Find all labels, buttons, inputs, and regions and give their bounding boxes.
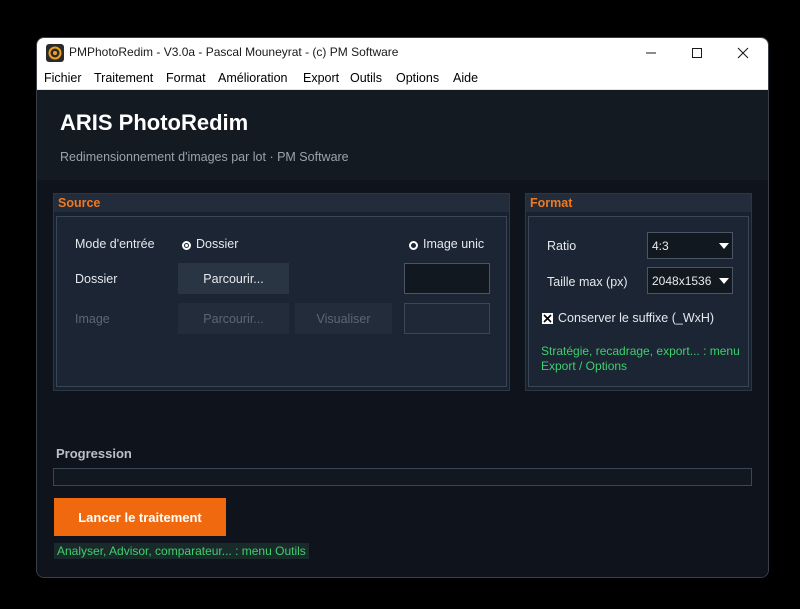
- dossier-path-field[interactable]: [404, 263, 490, 294]
- dossier-browse-button[interactable]: Parcourir...: [178, 263, 289, 294]
- menu-options[interactable]: Options: [396, 71, 439, 85]
- source-panel: Source Mode d'entrée Dossier Image unic …: [53, 193, 510, 391]
- minimize-icon: [646, 52, 656, 54]
- menu-fichier[interactable]: Fichier: [44, 71, 82, 85]
- app-header: ARIS PhotoRedim Redimensionnement d'imag…: [37, 90, 768, 180]
- close-icon: [737, 47, 749, 59]
- ratio-value: 4:3: [652, 239, 669, 253]
- format-inner: Ratio 4:3 Taille max (px) 2048x1536 Cons…: [528, 216, 749, 387]
- tools-note: Analyser, Advisor, comparateur... : menu…: [54, 543, 309, 559]
- menu-outils[interactable]: Outils: [350, 71, 382, 85]
- run-processing-button[interactable]: Lancer le traitement: [54, 498, 226, 536]
- taille-label: Taille max (px): [547, 275, 628, 289]
- close-button[interactable]: [720, 38, 766, 68]
- radio-image-label[interactable]: Image unic: [423, 237, 484, 251]
- taille-select[interactable]: 2048x1536: [647, 267, 733, 294]
- ratio-label: Ratio: [547, 239, 577, 253]
- taille-value: 2048x1536: [652, 274, 712, 288]
- source-inner: Mode d'entrée Dossier Image unic Dossier…: [56, 216, 507, 387]
- radio-image-unique[interactable]: [409, 241, 418, 250]
- menu-bar: Fichier Traitement Format Amélioration E…: [37, 68, 768, 90]
- app-camera-icon: [46, 44, 64, 62]
- menu-export[interactable]: Export: [303, 71, 339, 85]
- app-window: PMPhotoRedim - V3.0a - Pascal Mouneyrat …: [36, 37, 769, 578]
- main-content: ARIS PhotoRedim Redimensionnement d'imag…: [37, 90, 768, 577]
- app-title: ARIS PhotoRedim: [60, 110, 249, 135]
- progress-bar: [53, 468, 752, 486]
- menu-format[interactable]: Format: [166, 71, 206, 85]
- progress-label: Progression: [56, 446, 132, 461]
- checkmark-icon: [543, 314, 552, 323]
- dossier-label: Dossier: [75, 272, 118, 286]
- window-title: PMPhotoRedim - V3.0a - Pascal Mouneyrat …: [69, 45, 399, 59]
- menu-traitement[interactable]: Traitement: [94, 71, 153, 85]
- maximize-button[interactable]: [674, 38, 720, 68]
- suffix-checkbox[interactable]: [542, 313, 553, 324]
- app-subtitle: Redimensionnement d'images par lot · PM …: [60, 150, 349, 164]
- image-browse-button[interactable]: Parcourir...: [178, 303, 289, 334]
- mode-label: Mode d'entrée: [75, 237, 155, 251]
- radio-dossier[interactable]: [182, 241, 191, 250]
- visualiser-button[interactable]: Visualiser: [295, 303, 392, 334]
- radio-dossier-label[interactable]: Dossier: [196, 237, 238, 251]
- menu-amelioration[interactable]: Amélioration: [218, 71, 287, 85]
- format-note-line2: Export / Options: [541, 359, 628, 373]
- source-heading: Source: [54, 194, 509, 212]
- chevron-down-icon: [716, 233, 732, 258]
- format-heading: Format: [526, 194, 751, 212]
- image-label: Image: [75, 312, 110, 326]
- maximize-icon: [692, 48, 702, 58]
- title-bar[interactable]: PMPhotoRedim - V3.0a - Pascal Mouneyrat …: [37, 38, 768, 68]
- image-path-field[interactable]: [404, 303, 490, 334]
- format-note-line1: Stratégie, recadrage, export... : menu: [541, 344, 740, 358]
- suffix-label[interactable]: Conserver le suffixe (_WxH): [558, 311, 714, 325]
- ratio-select[interactable]: 4:3: [647, 232, 733, 259]
- menu-aide[interactable]: Aide: [453, 71, 478, 85]
- format-panel: Format Ratio 4:3 Taille max (px) 2048x15…: [525, 193, 752, 391]
- chevron-down-icon: [716, 268, 732, 293]
- minimize-button[interactable]: [628, 38, 674, 68]
